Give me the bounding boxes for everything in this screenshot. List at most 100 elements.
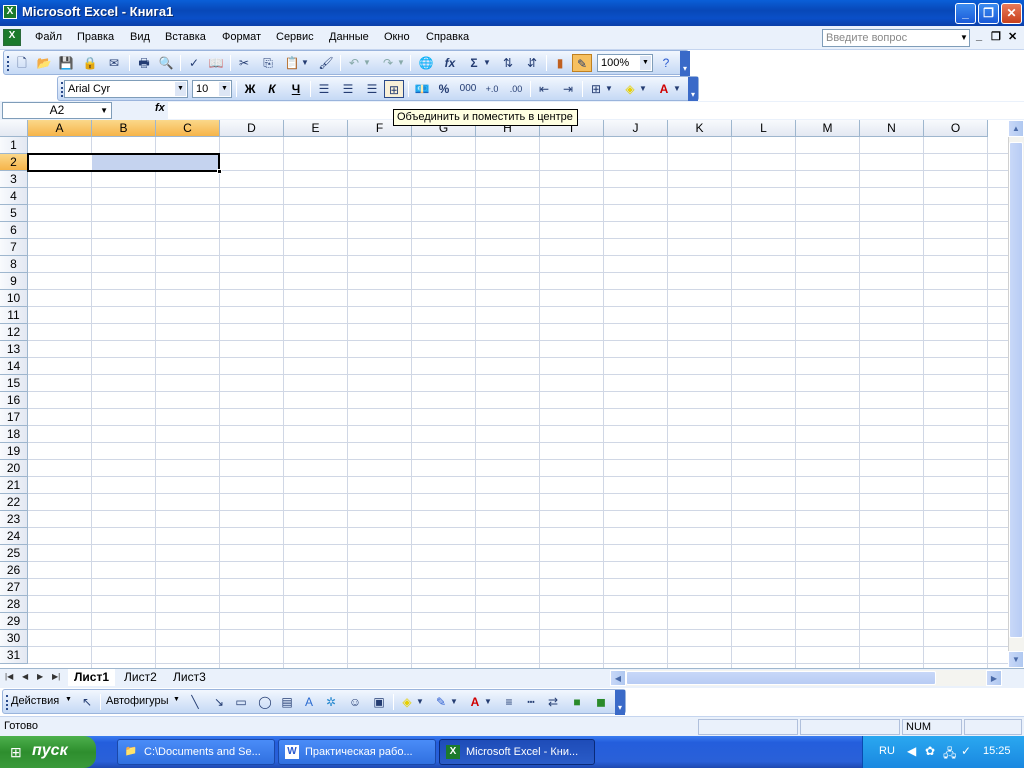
font-name-select[interactable]: Arial Cyr ▼: [64, 80, 188, 98]
rectangle-icon[interactable]: ▭: [231, 693, 251, 711]
zoom-dropdown-arrow[interactable]: ▼: [640, 56, 651, 70]
percent-style-icon[interactable]: %: [434, 80, 454, 98]
sheet-tab-3[interactable]: Лист3: [167, 669, 212, 686]
redo-dropdown-arrow[interactable]: ▼: [396, 54, 406, 72]
draw-actions-menu[interactable]: Действия: [11, 695, 59, 707]
shadow-style-icon[interactable]: ■: [567, 693, 587, 711]
row-header-10[interactable]: 10: [0, 290, 28, 307]
column-header-L[interactable]: L: [732, 120, 796, 137]
diagram-icon[interactable]: ✲: [321, 693, 341, 711]
row-header-5[interactable]: 5: [0, 205, 28, 222]
name-box-dropdown-arrow[interactable]: ▼: [100, 103, 108, 118]
menu-insert[interactable]: Вставка: [165, 31, 206, 43]
sort-ascending-icon[interactable]: ⇅: [498, 54, 518, 72]
doc-restore-button[interactable]: ❐: [991, 30, 1001, 43]
row-header-17[interactable]: 17: [0, 409, 28, 426]
row-header-8[interactable]: 8: [0, 256, 28, 273]
sheet-tab-2[interactable]: Лист2: [118, 669, 163, 686]
row-header-31[interactable]: 31: [0, 647, 28, 664]
row-header-21[interactable]: 21: [0, 477, 28, 494]
undo-dropdown-arrow[interactable]: ▼: [362, 54, 372, 72]
prev-sheet-icon[interactable]: ◀: [22, 672, 28, 681]
line-color-icon[interactable]: ✎: [431, 693, 451, 711]
dash-style-icon[interactable]: ┅: [521, 693, 541, 711]
menu-tools[interactable]: Сервис: [276, 31, 314, 43]
decrease-decimal-icon[interactable]: .00: [506, 80, 526, 98]
draw-actions-dropdown-arrow[interactable]: ▼: [65, 696, 72, 703]
underline-button[interactable]: Ч: [286, 80, 306, 98]
autoshapes-dropdown-arrow[interactable]: ▼: [173, 696, 180, 703]
row-header-12[interactable]: 12: [0, 324, 28, 341]
help-dropdown-arrow[interactable]: ▼: [958, 29, 970, 47]
doc-minimize-button[interactable]: _: [976, 30, 982, 42]
last-sheet-icon[interactable]: ▶|: [52, 672, 60, 681]
fill-color-dropdown-arrow[interactable]: ▼: [638, 80, 648, 98]
menu-help[interactable]: Справка: [426, 31, 469, 43]
name-box[interactable]: A2 ▼: [2, 102, 112, 119]
line-style-icon[interactable]: ≡: [499, 693, 519, 711]
task-word[interactable]: W Практическая рабо...: [278, 739, 436, 765]
row-header-26[interactable]: 26: [0, 562, 28, 579]
toolbar-options-chevron[interactable]: ▾: [615, 690, 625, 715]
first-sheet-icon[interactable]: |◀: [5, 672, 13, 681]
paste-dropdown-arrow[interactable]: ▼: [300, 54, 310, 72]
vertical-scroll-thumb[interactable]: [1009, 142, 1023, 638]
arrow-style-icon[interactable]: ⇄: [543, 693, 563, 711]
column-header-K[interactable]: K: [668, 120, 732, 137]
row-header-11[interactable]: 11: [0, 307, 28, 324]
row-header-9[interactable]: 9: [0, 273, 28, 290]
toolbar-grip[interactable]: [7, 56, 10, 71]
row-header-4[interactable]: 4: [0, 188, 28, 205]
line-color-dropdown-arrow[interactable]: ▼: [449, 693, 459, 711]
horizontal-scroll-thumb[interactable]: [626, 671, 936, 685]
spelling-icon[interactable]: ✓: [184, 54, 204, 72]
align-right-icon[interactable]: ☰: [362, 80, 382, 98]
drawing-icon[interactable]: ✎: [572, 54, 592, 72]
help-question-input[interactable]: Введите вопрос: [822, 29, 970, 47]
row-header-20[interactable]: 20: [0, 460, 28, 477]
3d-style-icon[interactable]: ◼: [591, 693, 611, 711]
row-header-18[interactable]: 18: [0, 426, 28, 443]
menu-window[interactable]: Окно: [384, 31, 410, 43]
line-icon[interactable]: ╲: [185, 693, 205, 711]
column-header-C[interactable]: C: [156, 120, 220, 137]
row-header-6[interactable]: 6: [0, 222, 28, 239]
sheet-tab-1[interactable]: Лист1: [68, 669, 116, 686]
draw-font-color-dropdown-arrow[interactable]: ▼: [483, 693, 493, 711]
comma-style-icon[interactable]: 000: [458, 80, 478, 98]
close-button[interactable]: ✕: [1001, 3, 1022, 24]
select-objects-icon[interactable]: ↖: [77, 693, 97, 711]
font-color-dropdown-arrow[interactable]: ▼: [672, 80, 682, 98]
redo-icon[interactable]: ↷: [378, 54, 398, 72]
cut-icon[interactable]: ✂: [234, 54, 254, 72]
row-header-7[interactable]: 7: [0, 239, 28, 256]
autosum-dropdown-arrow[interactable]: ▼: [482, 54, 492, 72]
worksheet-grid[interactable]: ABCDEFGHIJKLMNO 1 2 3 4 5 6 7 8 9 10 11 12 13 14 15 16 1…: [0, 120, 1008, 668]
tray-tool-icon[interactable]: ✓: [961, 744, 971, 758]
bold-button[interactable]: Ж: [240, 80, 260, 98]
italic-button[interactable]: К: [262, 80, 282, 98]
row-header-23[interactable]: 23: [0, 511, 28, 528]
menu-format[interactable]: Формат: [222, 31, 261, 43]
email-icon[interactable]: ✉: [104, 54, 124, 72]
row-header-15[interactable]: 15: [0, 375, 28, 392]
column-header-A[interactable]: A: [28, 120, 92, 137]
column-header-B[interactable]: B: [92, 120, 156, 137]
borders-dropdown-arrow[interactable]: ▼: [604, 80, 614, 98]
increase-indent-icon[interactable]: ⇥: [558, 80, 578, 98]
increase-decimal-icon[interactable]: +.0: [482, 80, 502, 98]
hyperlink-icon[interactable]: 🌐: [416, 54, 436, 72]
minimize-button[interactable]: _: [955, 3, 976, 24]
row-header-19[interactable]: 19: [0, 443, 28, 460]
permission-icon[interactable]: 🔒: [80, 54, 100, 72]
row-header-16[interactable]: 16: [0, 392, 28, 409]
tray-app-icon[interactable]: ✿: [925, 744, 935, 758]
column-header-N[interactable]: N: [860, 120, 924, 137]
insert-function-icon[interactable]: fx: [440, 54, 460, 72]
toolbar-options-chevron[interactable]: ▾: [688, 77, 698, 102]
row-header-13[interactable]: 13: [0, 341, 28, 358]
picture-icon[interactable]: ▣: [369, 693, 389, 711]
font-color-icon[interactable]: A: [654, 80, 674, 98]
row-header-2[interactable]: 2: [0, 154, 28, 171]
menu-view[interactable]: Вид: [130, 31, 150, 43]
